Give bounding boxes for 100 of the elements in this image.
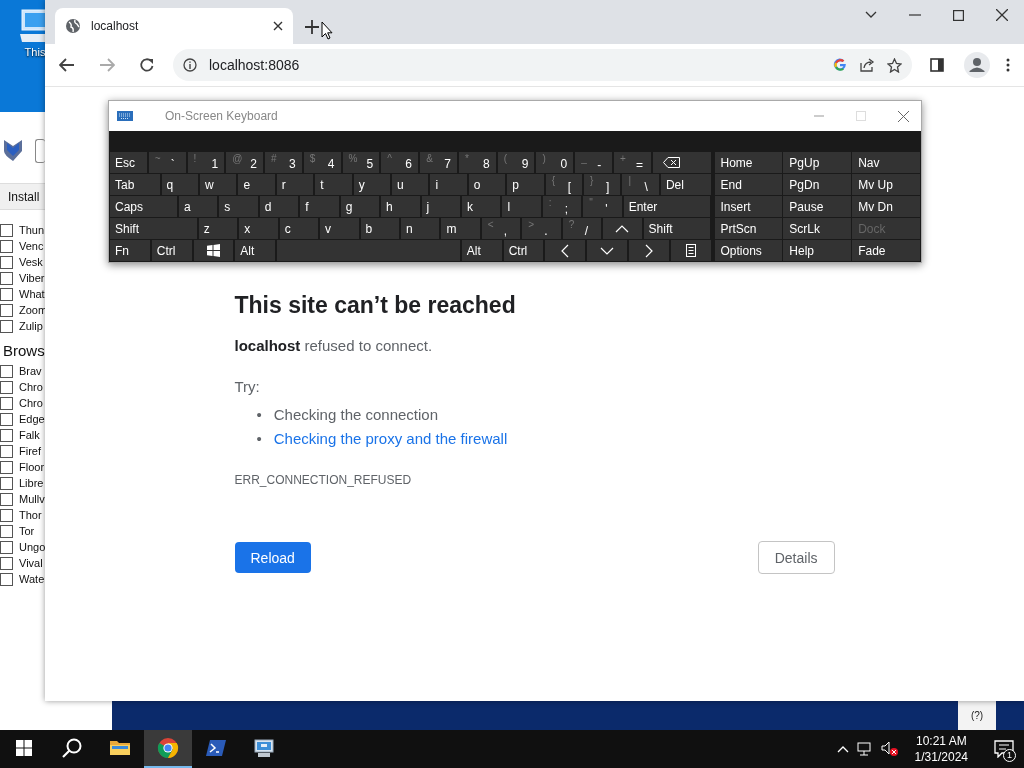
keyboard-key[interactable]: Enter [623,196,711,217]
keyboard-key[interactable]: : ; [542,196,582,217]
install-button[interactable]: Install [0,189,40,204]
close-icon[interactable] [996,9,1008,21]
reload-icon[interactable] [139,57,155,73]
clock[interactable]: 10:21 AM 1/31/2024 [914,733,968,765]
keyboard-key[interactable]: Esc [110,152,147,173]
suggestion-link[interactable]: Checking the proxy and the firewall [273,427,508,451]
keyboard-key[interactable]: | \ [622,174,659,195]
keyboard-key[interactable]: $ 4 [303,152,341,173]
keyboard-key[interactable]: ? / [562,218,602,239]
keyboard-key[interactable]: ~ ` [148,152,186,173]
keyboard-key[interactable]: Pause [783,196,852,217]
keyboard-key[interactable]: Fn [110,240,150,261]
keyboard-key[interactable]: Fade [852,240,920,261]
share-icon[interactable] [859,57,875,73]
keyboard-key[interactable]: t [315,174,352,195]
keyboard-key[interactable]: x [239,218,278,239]
keyboard-key[interactable]: @ 2 [226,152,264,173]
search-field[interactable] [35,139,45,163]
keyboard-key[interactable]: PgDn [783,174,852,195]
keyboard-key[interactable]: > . [522,218,561,239]
keyboard-key[interactable]: l [502,196,541,217]
star-icon[interactable] [887,57,902,73]
keyboard-key[interactable]: o [468,174,506,195]
keyboard-key[interactable]: c [279,218,319,239]
keyboard-key[interactable]: b [360,218,399,239]
notification-icon[interactable] [994,740,1014,758]
keyboard-key[interactable]: u [392,174,429,195]
details-button[interactable]: Details [757,541,835,574]
keyboard-key[interactable]: y [353,174,391,195]
keyboard-key[interactable]: Alt [235,240,276,261]
close-icon[interactable] [273,21,283,31]
keyboard-key[interactable]: Mv Dn [852,196,920,217]
keyboard-key[interactable]: Home [714,152,783,173]
keyboard-key[interactable]: Tab [110,174,160,195]
keyboard-key[interactable]: g [340,196,380,217]
menu-icon[interactable] [1006,58,1010,72]
keyboard-key[interactable]: PrtScn [714,218,783,239]
keyboard-key[interactable]: i [430,174,467,195]
close-icon[interactable] [898,110,909,122]
keyboard-key[interactable]: Del [660,174,711,195]
keyboard-key[interactable]: Shift [110,218,197,239]
keyboard-key[interactable]: ( 9 [497,152,535,173]
keyboard-key[interactable]: r [276,174,314,195]
keyboard-key[interactable]: w [200,174,237,195]
keyboard-key[interactable]: " ' [583,196,622,217]
keyboard-key[interactable]: f [300,196,339,217]
keyboard-key[interactable]: Options [714,240,783,261]
keyboard-key[interactable]: ! 1 [187,152,225,173]
keyboard-key[interactable]: ) 0 [536,152,574,173]
keyboard-key[interactable]: Mv Up [852,174,920,195]
keyboard-key[interactable]: Ctrl [503,240,544,261]
reload-button[interactable]: Reload [234,542,311,573]
keyboard-key[interactable]: % 5 [342,152,380,173]
profile-icon[interactable] [964,52,990,78]
keyboard-key[interactable]: * 8 [458,152,496,173]
keyboard-key[interactable]: q [161,174,198,195]
keyboard-key[interactable]: < , [481,218,521,239]
address-bar[interactable]: localhost:8086 [173,49,912,81]
speaker-muted-icon[interactable] [880,741,899,757]
network-icon[interactable] [856,742,873,756]
backspace-key[interactable] [652,152,711,173]
keyboard-key[interactable]: ^ 6 [381,152,419,173]
chevron-up-icon[interactable] [836,745,849,753]
chevron-up-key[interactable] [603,218,642,239]
taskbar-button[interactable] [144,730,192,768]
keyboard-key[interactable]: j [421,196,460,217]
chevron-left-key[interactable] [545,240,586,261]
windows-logo-key[interactable] [193,240,234,261]
desktop-icon-label[interactable]: This [24,46,46,58]
keyboard-key[interactable]: m [441,218,480,239]
keyboard-key[interactable]: Insert [714,196,783,217]
chevron-down-icon[interactable] [865,11,877,19]
windows-logo-icon[interactable] [16,740,32,756]
keyboard-key[interactable]: v [320,218,359,239]
keyboard-key[interactable]: { [ [545,174,583,195]
chevron-down-key[interactable] [587,240,627,261]
keyboard-key[interactable]: Help [783,240,852,261]
search-icon[interactable] [62,738,82,758]
keyboard-key[interactable]: h [381,196,420,217]
keyboard-key[interactable]: e [238,174,275,195]
keyboard-key[interactable]: p [507,174,544,195]
keyboard-key[interactable]: Caps [110,196,177,217]
g-logo-icon[interactable] [833,58,847,72]
keyboard-key[interactable]: n [401,218,440,239]
keyboard-key[interactable]: } ] [584,174,621,195]
keyboard-key[interactable]: z [198,218,238,239]
keyboard-key[interactable]: k [461,196,501,217]
keyboard-key[interactable]: Nav [852,152,920,173]
keyboard-key[interactable]: a [178,196,218,217]
maximize-icon[interactable] [953,9,964,21]
new-tab-icon[interactable] [305,20,319,34]
keyboard-key[interactable]: PgUp [783,152,852,173]
keyboard-key[interactable]: Ctrl [151,240,192,261]
keyboard-key[interactable]: # 3 [265,152,302,173]
keyboard-key[interactable]: _ - [575,152,612,173]
keyboard-key[interactable]: ScrLk [783,218,852,239]
chevron-right-key[interactable] [628,240,669,261]
keyboard-key[interactable]: Alt [461,240,502,261]
